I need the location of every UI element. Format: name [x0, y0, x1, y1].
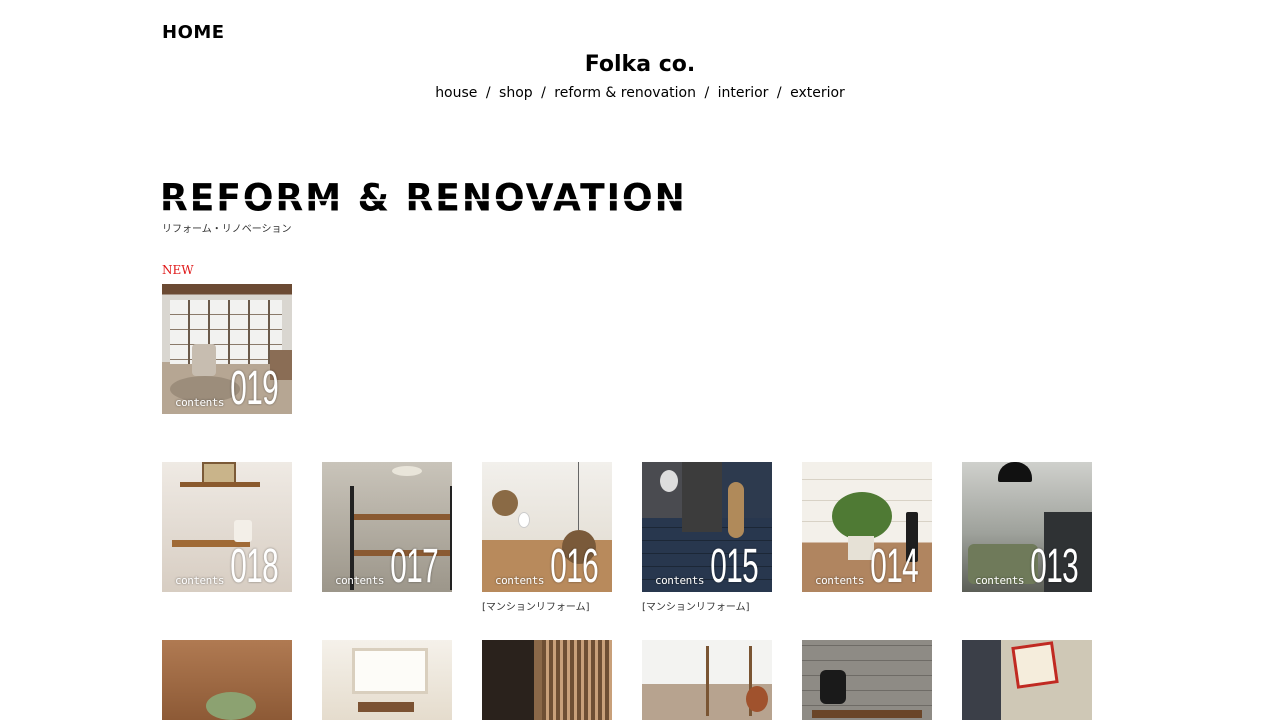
content-thumb-015[interactable]: contents 015	[642, 462, 772, 592]
thumb-caption: [マンションリフォーム]	[642, 602, 750, 613]
thumb-contents-label: contents	[495, 574, 544, 587]
content-thumb-019[interactable]: contents 019	[162, 284, 292, 414]
thumb-contents-label: contents	[815, 574, 864, 587]
thumb-number: 019	[230, 362, 278, 414]
thumb-contents-label: contents	[975, 574, 1024, 587]
thumb-number: 017	[390, 540, 438, 592]
content-thumb-017[interactable]: contents 017	[322, 462, 452, 592]
brand-logo[interactable]: Folka co.	[0, 52, 1280, 77]
content-thumb-016[interactable]: contents 016	[482, 462, 612, 592]
nav-item-exterior[interactable]: exterior	[790, 85, 845, 101]
section-subtitle: リフォーム・リノベーション	[162, 224, 292, 235]
thumb-caption: [マンションリフォーム]	[482, 602, 590, 613]
content-thumb[interactable]	[802, 640, 932, 720]
content-thumb[interactable]	[162, 640, 292, 720]
title-texture-line	[160, 199, 687, 202]
nav-item-interior[interactable]: interior	[718, 85, 769, 101]
thumb-number: 018	[230, 540, 278, 592]
thumb-photo	[962, 640, 1092, 720]
content-thumb[interactable]	[482, 640, 612, 720]
thumb-photo	[482, 640, 612, 720]
nav-separator: /	[541, 85, 546, 101]
content-thumb[interactable]	[642, 640, 772, 720]
thumb-number: 013	[1030, 540, 1078, 592]
content-thumb-013[interactable]: contents 013	[962, 462, 1092, 592]
thumb-photo	[642, 640, 772, 720]
home-link[interactable]: HOME	[162, 22, 225, 43]
nav-item-shop[interactable]: shop	[499, 85, 533, 101]
thumb-photo	[162, 640, 292, 720]
thumb-contents-label: contents	[335, 574, 384, 587]
section-title: REFORM & RENOVATION	[160, 177, 687, 220]
nav-separator: /	[704, 85, 710, 101]
content-thumb[interactable]	[322, 640, 452, 720]
nav-item-house[interactable]: house	[435, 85, 477, 101]
content-thumb-018[interactable]: contents 018	[162, 462, 292, 592]
nav-separator: /	[485, 85, 491, 101]
thumb-contents-label: contents	[175, 574, 224, 587]
thumb-number: 015	[710, 540, 758, 592]
content-thumb-014[interactable]: contents 014	[802, 462, 932, 592]
nav-item-reform-renovation[interactable]: reform & renovation	[554, 85, 696, 101]
category-nav: house / shop / reform & renovation / int…	[0, 85, 1280, 101]
content-thumb[interactable]	[962, 640, 1092, 720]
thumb-number: 016	[550, 540, 598, 592]
thumb-photo	[802, 640, 932, 720]
thumb-number: 014	[870, 540, 918, 592]
thumb-contents-label: contents	[175, 396, 224, 409]
nav-separator: /	[776, 85, 782, 101]
thumb-contents-label: contents	[655, 574, 704, 587]
thumb-photo	[322, 640, 452, 720]
new-badge: NEW	[162, 263, 194, 277]
